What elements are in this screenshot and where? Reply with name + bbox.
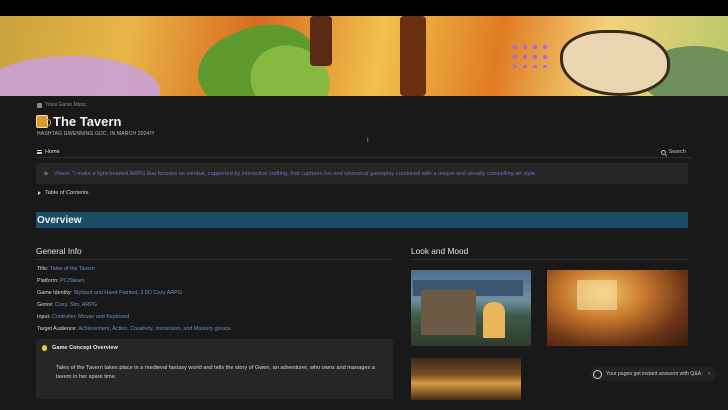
mood-image-tavern-interior[interactable]: [547, 270, 688, 346]
info-row-audience: Target Audience: Achievement, Action, Cr…: [37, 326, 232, 332]
divider: [411, 259, 688, 260]
search-link[interactable]: Search: [660, 149, 686, 155]
vision-text: Vision: "I make a light-hearted ARPG tha…: [53, 170, 537, 177]
beer-mug-icon[interactable]: [36, 115, 51, 128]
page-content: Yokai Game Music The Tavern HASHTAG GWEN…: [28, 96, 716, 410]
overview-heading-bar: Overview: [36, 212, 688, 228]
qa-prompt-text: Your pages get instant answers with Q&A: [606, 371, 702, 377]
info-row-title: Title: Tales of the Tavern: [37, 266, 96, 272]
divider: [36, 259, 393, 260]
qa-icon: [593, 369, 602, 379]
game-concept-text: Tales of the Tavern takes place in a med…: [56, 365, 375, 380]
page-icon: [37, 102, 42, 108]
cover-image[interactable]: [0, 16, 728, 96]
table-of-contents-toggle[interactable]: Table of Contents: [38, 190, 89, 196]
mood-image-tavern-night[interactable]: [411, 358, 521, 400]
lightbulb-icon: [42, 345, 47, 351]
breadcrumb-label: Yokai Game Music: [45, 102, 87, 108]
vision-callout: ✧ Vision: "I make a light-hearted ARPG t…: [36, 163, 688, 184]
qa-prompt-pill[interactable]: Your pages get instant answers with Q&A …: [590, 367, 716, 381]
page-title-row: The Tavern: [36, 114, 121, 129]
look-and-mood-heading: Look and Mood: [411, 246, 469, 256]
info-row-platform: Platform: PC/Steam: [37, 278, 85, 284]
page-subtitle: HASHTAG GWENNING GDC, IN MARCH 2024!!!: [37, 131, 155, 137]
page-title[interactable]: The Tavern: [53, 114, 121, 129]
game-concept-callout: Game Concept Overview Tales of the Taver…: [36, 339, 393, 399]
general-info-heading: General Info: [36, 246, 82, 256]
menu-icon: [37, 150, 42, 154]
game-concept-header[interactable]: Game Concept Overview: [42, 345, 118, 351]
chevron-right-icon: ›: [708, 371, 711, 377]
breadcrumb[interactable]: Yokai Game Music: [37, 102, 87, 108]
home-link[interactable]: Home: [37, 149, 60, 155]
search-label: Search: [668, 149, 686, 155]
divider: [36, 157, 692, 158]
text-cursor-icon: I: [367, 138, 369, 144]
game-concept-heading: Game Concept Overview: [52, 345, 118, 351]
toc-label: Table of Contents: [45, 190, 89, 196]
search-icon: [660, 149, 666, 155]
sparkle-icon: ✧: [43, 170, 49, 178]
info-row-identity: Game Identity: Stylized and Hand-Painted…: [37, 290, 183, 296]
mood-image-village[interactable]: [411, 270, 531, 346]
triangle-right-icon: [38, 191, 41, 195]
overview-heading: Overview: [37, 214, 82, 226]
info-row-input: Input: Controller, Mouse and Keyboard: [37, 314, 130, 320]
info-row-genre: Genre: Cozy, Sim, ARPG: [37, 302, 98, 308]
home-label: Home: [45, 149, 60, 155]
top-letterbox-bar: [0, 0, 728, 16]
